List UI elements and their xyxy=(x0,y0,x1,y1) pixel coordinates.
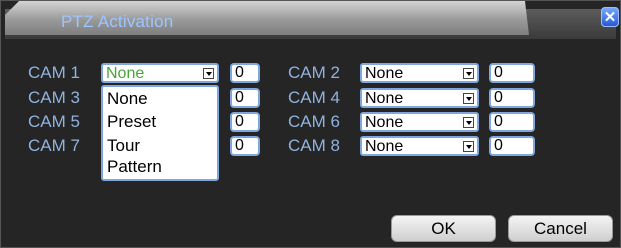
cam-6-select-value: None xyxy=(365,114,404,131)
cam-4-select[interactable]: None xyxy=(360,88,479,108)
cam-6-label: CAM 6 xyxy=(288,112,340,131)
chevron-down-icon[interactable] xyxy=(463,141,474,152)
cam-1-number[interactable]: 0 xyxy=(230,63,260,83)
cam-8-select[interactable]: None xyxy=(360,136,479,156)
cam-7-label: CAM 7 xyxy=(28,136,80,155)
cam-5-label: CAM 5 xyxy=(28,112,80,131)
cam-8-label: CAM 8 xyxy=(288,136,340,155)
chevron-down-icon[interactable] xyxy=(463,117,474,128)
cam-4-label: CAM 4 xyxy=(288,88,340,107)
cam-3-label: CAM 3 xyxy=(28,88,80,107)
cam-6-select[interactable]: None xyxy=(360,112,479,132)
dropdown-option-none[interactable]: None xyxy=(107,89,148,109)
cam-1-dropdown-list: None Preset Tour Pattern xyxy=(101,85,219,181)
ptz-activation-dialog: PTZ Activation ✕ CAM 1 None 0 CAM 2 None… xyxy=(0,0,621,248)
cam-6-number[interactable]: 0 xyxy=(489,112,535,132)
dropdown-option-preset[interactable]: Preset xyxy=(107,112,156,132)
cam-2-number[interactable]: 0 xyxy=(489,63,535,83)
cam-3-number[interactable]: 0 xyxy=(230,88,260,108)
cam-1-select[interactable]: None xyxy=(101,63,219,83)
chevron-down-icon[interactable] xyxy=(203,68,214,79)
cancel-button[interactable]: Cancel xyxy=(508,215,613,242)
cam-2-select[interactable]: None xyxy=(360,63,479,83)
cam-4-number[interactable]: 0 xyxy=(489,88,535,108)
cam-8-select-value: None xyxy=(365,138,404,155)
cam-5-number[interactable]: 0 xyxy=(230,112,260,132)
cam-8-number[interactable]: 0 xyxy=(489,136,535,156)
cam-2-label: CAM 2 xyxy=(288,63,340,82)
ok-button[interactable]: OK xyxy=(391,215,496,242)
chevron-down-icon[interactable] xyxy=(463,68,474,79)
cam-1-label: CAM 1 xyxy=(28,63,80,82)
cam-7-number[interactable]: 0 xyxy=(230,136,260,156)
cam-4-select-value: None xyxy=(365,90,404,107)
close-icon[interactable]: ✕ xyxy=(601,7,619,27)
cam-1-select-value: None xyxy=(106,65,145,82)
chevron-down-icon[interactable] xyxy=(463,93,474,104)
dropdown-option-tour[interactable]: Tour xyxy=(107,136,140,156)
dropdown-option-pattern[interactable]: Pattern xyxy=(107,157,162,177)
cam-2-select-value: None xyxy=(365,65,404,82)
dialog-title: PTZ Activation xyxy=(61,12,174,31)
